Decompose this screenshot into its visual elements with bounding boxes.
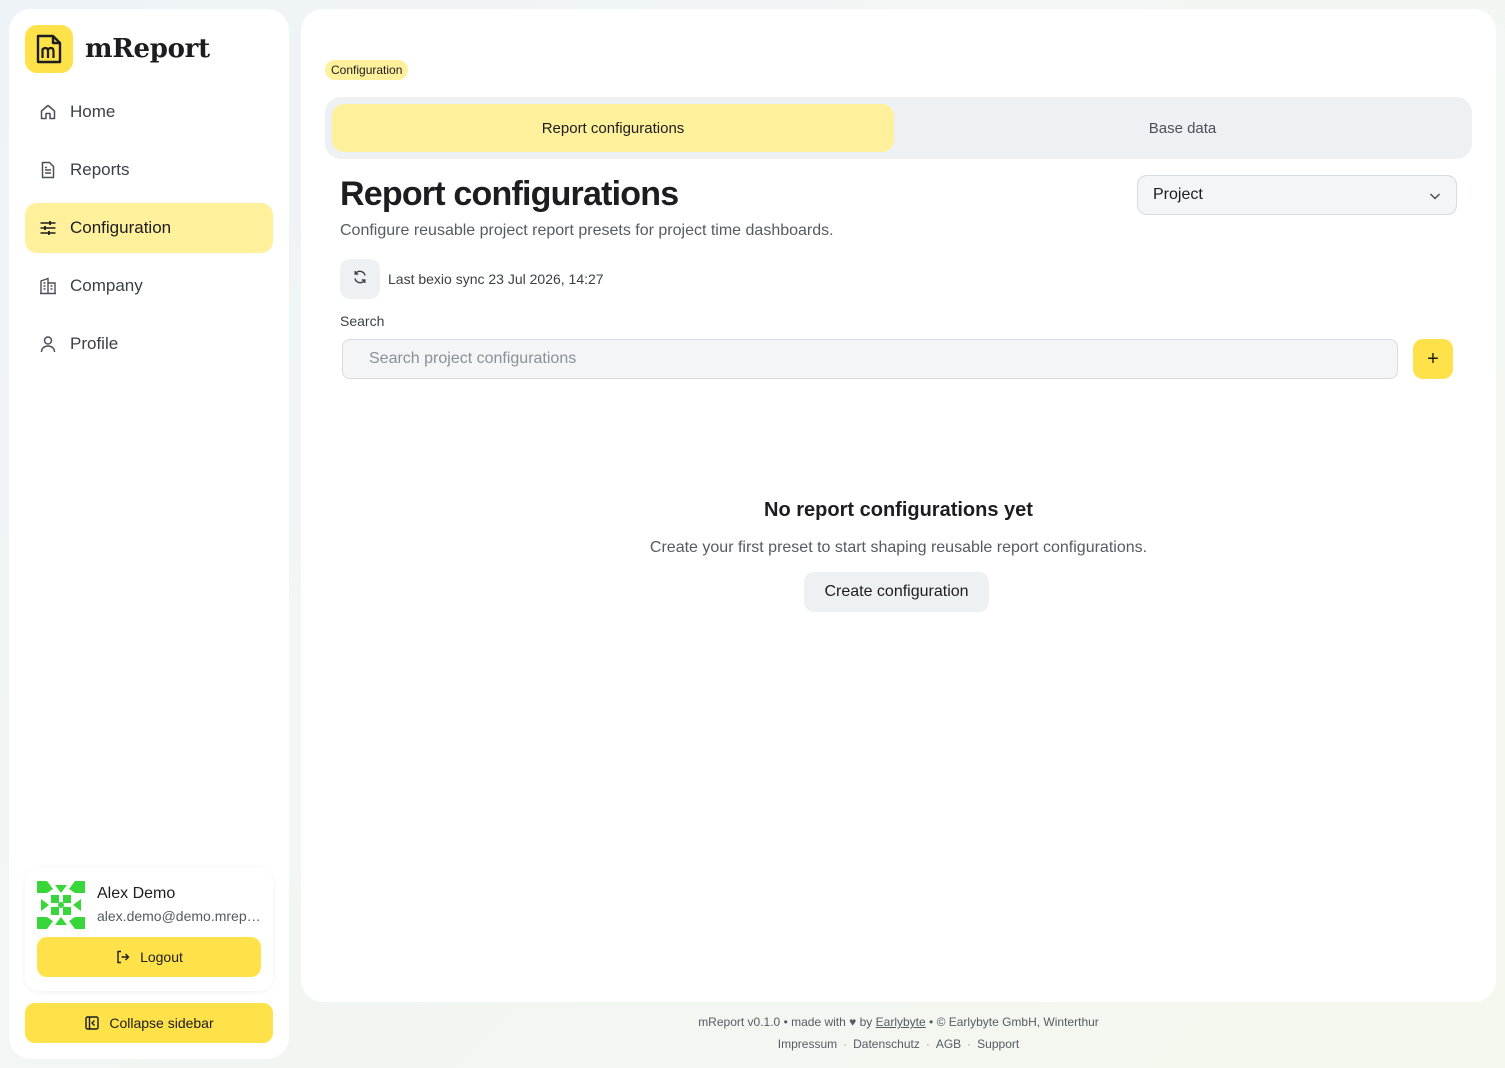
user-card: Alex Demo alex.demo@demo.mreport.ch Logo… (25, 867, 273, 991)
empty-state-title: No report configurations yet (764, 499, 1033, 521)
footer: mReport v0.1.0 • made with ♥ by Earlybyt… (301, 1015, 1496, 1051)
document-icon (39, 161, 57, 179)
sync-button[interactable] (340, 259, 380, 299)
tab-bar: Report configurations Base data (325, 97, 1472, 159)
heart-icon: ♥ (849, 1015, 857, 1029)
footer-separator: · (925, 1037, 930, 1051)
sidebar-item-company[interactable]: Company (25, 261, 273, 311)
footer-link-agb[interactable]: AGB (936, 1037, 961, 1051)
scope-select-value: Project (1153, 186, 1203, 203)
sidebar-item-label: Profile (70, 334, 119, 353)
page-subtitle: Configure reusable project report preset… (340, 222, 834, 239)
page-title: Report configurations (340, 175, 679, 213)
user-icon (39, 335, 57, 353)
sidebar-item-label: Home (70, 102, 116, 121)
main-panel: Configuration Report configurations Base… (301, 9, 1496, 1002)
scope-select[interactable]: Project (1137, 175, 1457, 215)
add-configuration-button[interactable]: + (1413, 339, 1453, 379)
empty-state-subtitle: Create your first preset to start shapin… (649, 539, 1148, 556)
tab-report-configurations[interactable]: Report configurations (332, 104, 894, 152)
mreport-logo-icon (25, 25, 73, 73)
logout-label: Logout (140, 949, 183, 965)
footer-separator: · (967, 1037, 972, 1051)
breadcrumb: Configuration (325, 60, 409, 80)
brand-name: mReport (85, 34, 210, 64)
footer-links: Impressum · Datenschutz · AGB · Support (301, 1037, 1496, 1051)
avatar[interactable] (37, 881, 85, 929)
plus-icon: + (1427, 347, 1439, 370)
search-input[interactable] (342, 339, 1398, 379)
create-configuration-button[interactable]: Create configuration (804, 572, 989, 612)
logout-icon (115, 949, 131, 965)
refresh-icon (352, 269, 368, 290)
footer-made-with: • made with (783, 1015, 846, 1029)
footer-by: by (859, 1015, 873, 1029)
user-name: Alex Demo (97, 885, 176, 902)
footer-link-impressum[interactable]: Impressum (778, 1037, 837, 1051)
sidebar-item-label: Configuration (70, 218, 172, 237)
tab-base-data[interactable]: Base data (900, 104, 1465, 152)
logout-button[interactable]: Logout (37, 937, 261, 977)
footer-copyright: • © Earlybyte GmbH, Winterthur (929, 1015, 1099, 1029)
search-label: Search (340, 313, 385, 329)
user-email: alex.demo@demo.mreport.ch (97, 908, 263, 924)
last-sync-text: Last bexio sync 23 Jul 2026, 14:27 (388, 271, 604, 287)
sidebar-collapse-icon (84, 1015, 100, 1031)
brand[interactable]: mReport (25, 25, 210, 73)
sidebar-item-reports[interactable]: Reports (25, 145, 273, 195)
collapse-sidebar-label: Collapse sidebar (109, 1015, 214, 1031)
sidebar-item-profile[interactable]: Profile (25, 319, 273, 369)
sliders-icon (39, 219, 57, 237)
collapse-sidebar-button[interactable]: Collapse sidebar (25, 1003, 273, 1043)
footer-link-support[interactable]: Support (977, 1037, 1019, 1051)
footer-earlybyte-link[interactable]: Earlybyte (876, 1015, 926, 1029)
building-icon (39, 277, 57, 295)
sidebar-item-configuration[interactable]: Configuration (25, 203, 273, 253)
chevron-down-icon (1428, 189, 1442, 208)
sidebar-item-label: Company (70, 276, 143, 295)
sidebar-nav: Home Reports Configuration Company Profi… (25, 87, 273, 377)
footer-link-datenschutz[interactable]: Datenschutz (853, 1037, 920, 1051)
sidebar-item-label: Reports (70, 160, 130, 179)
footer-credits: mReport v0.1.0 • made with ♥ by Earlybyt… (301, 1015, 1496, 1029)
sidebar-item-home[interactable]: Home (25, 87, 273, 137)
home-icon (39, 103, 57, 121)
footer-version: mReport v0.1.0 (698, 1015, 781, 1029)
footer-separator: · (843, 1037, 848, 1051)
sidebar: mReport Home Reports Configuration Compa… (9, 9, 289, 1059)
